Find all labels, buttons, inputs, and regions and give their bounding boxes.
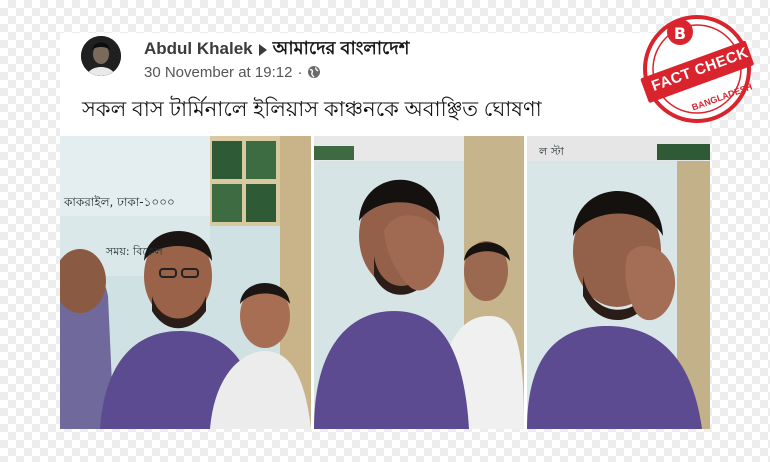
post-photo-1[interactable]: কাকরাইল, ঢাকা-১০০০ সময়: বিকেল (60, 136, 311, 429)
globe-icon (308, 66, 321, 78)
meta-separator: · (297, 63, 303, 81)
post-photo-2[interactable] (314, 136, 524, 429)
avatar-photo (81, 36, 121, 76)
right-triangle-icon (258, 43, 267, 56)
badge-letter: B (673, 24, 687, 43)
photo-3-image (527, 136, 710, 429)
post-photo-3[interactable]: ল স্টা (527, 136, 710, 429)
post-header: Abdul Khalek আমাদের বাংলাদেশ (144, 38, 409, 60)
post-timestamp[interactable]: 30 November at 19:12 (144, 64, 292, 81)
facebook-post-card: Abdul Khalek আমাদের বাংলাদেশ 30 November… (60, 33, 710, 429)
post-meta: 30 November at 19:12 · (144, 63, 321, 81)
photo-2-image (314, 136, 524, 429)
avatar[interactable] (81, 36, 121, 76)
author-name[interactable]: Abdul Khalek (144, 39, 253, 59)
photo-3-banner-text: ল স্টা (539, 145, 564, 158)
photo-1-image (60, 136, 311, 429)
post-text: সকল বাস টার্মিনালে ইলিয়াস কাঞ্চনকে অবাঞ… (82, 98, 542, 121)
group-name[interactable]: আমাদের বাংলাদেশ (273, 34, 410, 65)
photo-1-banner-text: কাকরাইল, ঢাকা-১০০০ (64, 195, 175, 209)
photo-1-banner-text-2: সময়: বিকেল (106, 245, 163, 258)
fact-check-badge: B FACT CHECK BANGLADESH (632, 4, 762, 134)
